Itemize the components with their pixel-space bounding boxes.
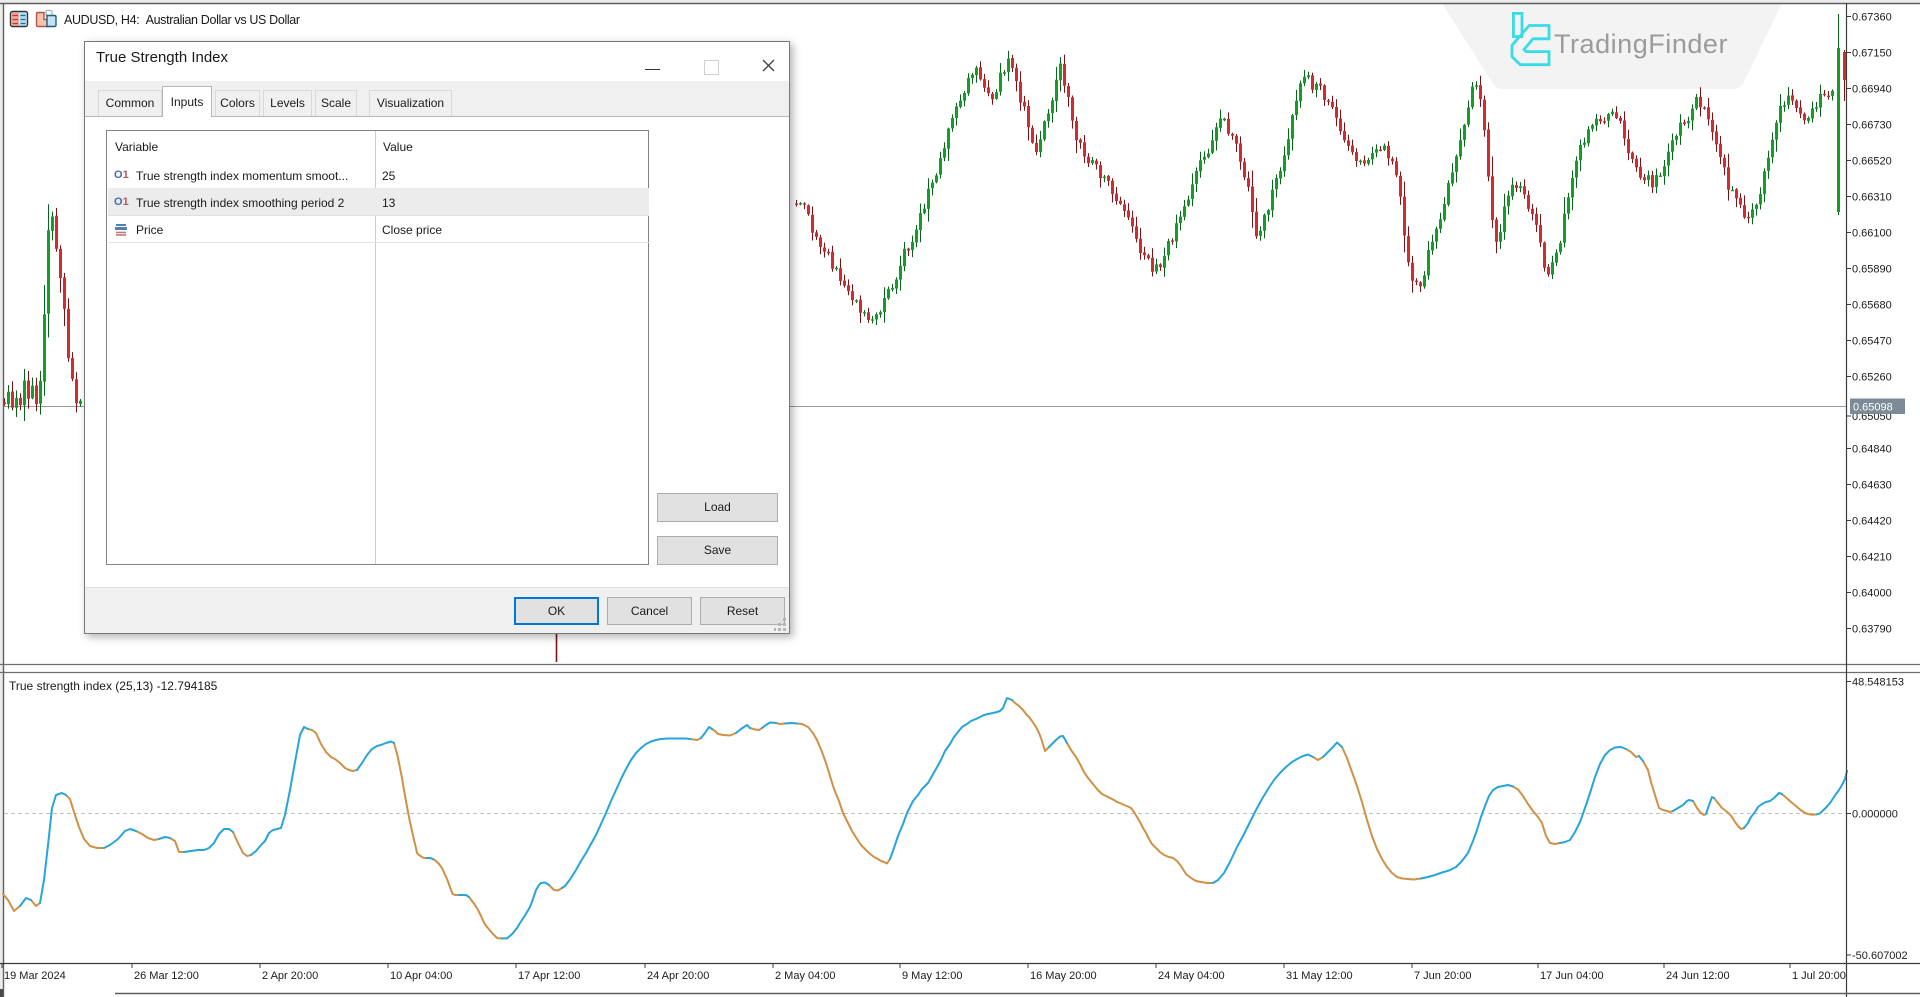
svg-text:2 Apr 20:00: 2 Apr 20:00 (262, 970, 318, 982)
svg-text:0.66940: 0.66940 (1852, 84, 1892, 96)
svg-text:7 Jun 20:00: 7 Jun 20:00 (1414, 970, 1472, 982)
svg-text:0.000000: 0.000000 (1852, 809, 1898, 821)
svg-text:0.66310: 0.66310 (1852, 192, 1892, 204)
svg-text:0.67360: 0.67360 (1852, 12, 1892, 24)
svg-text:24 Apr 20:00: 24 Apr 20:00 (647, 970, 709, 982)
svg-text:0.66730: 0.66730 (1852, 120, 1892, 132)
svg-text:0.63790: 0.63790 (1852, 624, 1892, 636)
svg-text:0.64840: 0.64840 (1852, 444, 1892, 456)
svg-text:1 Jul 20:00: 1 Jul 20:00 (1792, 970, 1846, 982)
svg-text:0.65098: 0.65098 (1853, 402, 1893, 414)
svg-text:0.65260: 0.65260 (1852, 372, 1892, 384)
svg-text:19 Mar 2024: 19 Mar 2024 (4, 970, 66, 982)
svg-text:48.548153: 48.548153 (1852, 677, 1904, 689)
svg-text:17 Apr 12:00: 17 Apr 12:00 (518, 970, 580, 982)
svg-text:10 Apr 04:00: 10 Apr 04:00 (390, 970, 452, 982)
svg-text:26 Mar 12:00: 26 Mar 12:00 (134, 970, 199, 982)
svg-text:0.66100: 0.66100 (1852, 228, 1892, 240)
svg-text:0.65890: 0.65890 (1852, 264, 1892, 276)
svg-text:0.66520: 0.66520 (1852, 156, 1892, 168)
svg-text:-50.607002: -50.607002 (1852, 950, 1908, 962)
svg-text:16 May 20:00: 16 May 20:00 (1030, 970, 1097, 982)
svg-text:0.65680: 0.65680 (1852, 300, 1892, 312)
svg-text:31 May 12:00: 31 May 12:00 (1286, 970, 1353, 982)
svg-text:0.67150: 0.67150 (1852, 48, 1892, 60)
svg-text:24 May 04:00: 24 May 04:00 (1158, 970, 1225, 982)
svg-text:9 May 12:00: 9 May 12:00 (902, 970, 963, 982)
svg-text:2 May 04:00: 2 May 04:00 (775, 970, 836, 982)
svg-text:0.65470: 0.65470 (1852, 336, 1892, 348)
svg-text:0.64210: 0.64210 (1852, 552, 1892, 564)
svg-text:17 Jun 04:00: 17 Jun 04:00 (1540, 970, 1604, 982)
svg-text:0.64420: 0.64420 (1852, 516, 1892, 528)
svg-text:0.64630: 0.64630 (1852, 480, 1892, 492)
svg-text:0.64000: 0.64000 (1852, 588, 1892, 600)
svg-text:24 Jun 12:00: 24 Jun 12:00 (1666, 970, 1730, 982)
